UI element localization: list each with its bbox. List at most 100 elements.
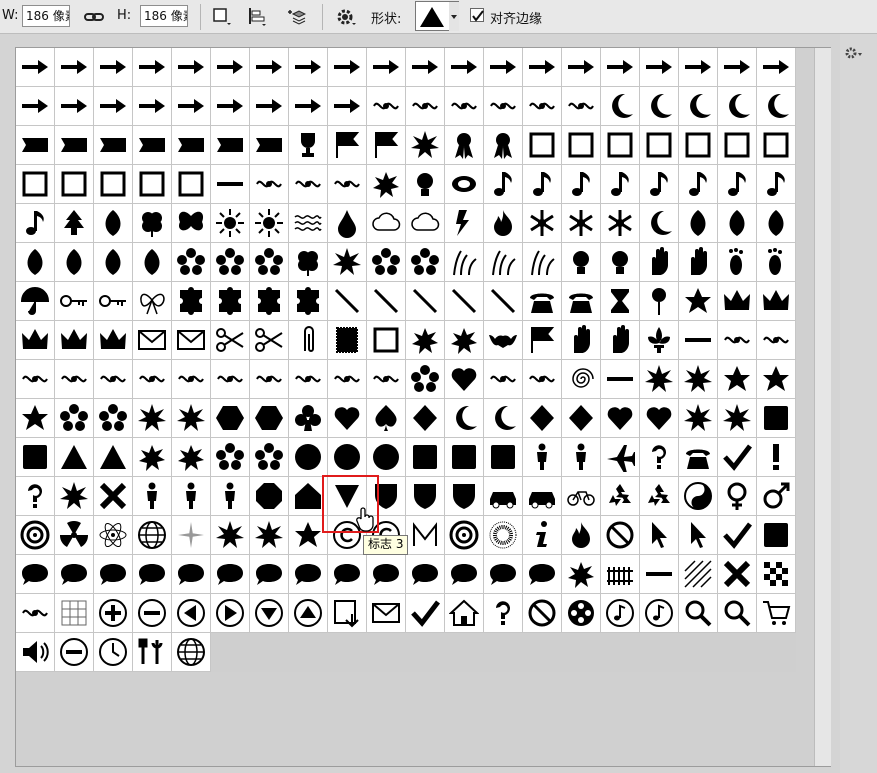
shape-cell[interactable] — [718, 87, 757, 126]
shape-cell[interactable] — [406, 555, 445, 594]
shape-cell[interactable] — [562, 126, 601, 165]
shape-cell[interactable] — [211, 438, 250, 477]
shape-cell[interactable] — [601, 555, 640, 594]
shape-cell[interactable] — [679, 438, 718, 477]
shape-cell[interactable] — [523, 516, 562, 555]
shape-cell[interactable] — [328, 321, 367, 360]
shape-cell[interactable] — [55, 633, 94, 672]
shape-cell[interactable] — [133, 360, 172, 399]
shape-cell[interactable] — [94, 360, 133, 399]
shape-cell[interactable] — [289, 48, 328, 87]
shape-cell[interactable] — [133, 594, 172, 633]
shape-cell[interactable] — [133, 126, 172, 165]
shape-cell[interactable] — [445, 321, 484, 360]
shape-cell[interactable] — [172, 516, 211, 555]
shape-cell[interactable] — [211, 555, 250, 594]
shape-cell[interactable] — [640, 360, 679, 399]
shape-cell[interactable] — [133, 516, 172, 555]
shape-cell[interactable] — [679, 516, 718, 555]
shape-cell[interactable] — [55, 243, 94, 282]
shape-cell[interactable] — [406, 282, 445, 321]
shape-cell[interactable] — [523, 399, 562, 438]
shape-cell[interactable] — [718, 204, 757, 243]
shape-cell[interactable] — [757, 516, 796, 555]
shape-cell[interactable] — [367, 87, 406, 126]
shape-cell[interactable] — [562, 87, 601, 126]
shape-cell[interactable] — [445, 438, 484, 477]
shape-cell[interactable] — [406, 243, 445, 282]
shape-cell[interactable] — [94, 516, 133, 555]
shape-cell[interactable] — [289, 87, 328, 126]
shape-cell[interactable] — [406, 477, 445, 516]
shape-cell[interactable] — [445, 48, 484, 87]
shape-cell[interactable] — [523, 48, 562, 87]
shape-cell[interactable] — [250, 204, 289, 243]
shape-cell[interactable] — [757, 321, 796, 360]
shape-cell[interactable] — [16, 204, 55, 243]
shape-cell[interactable] — [406, 204, 445, 243]
shape-cell[interactable] — [406, 321, 445, 360]
shape-cell[interactable] — [250, 477, 289, 516]
shape-cell[interactable] — [328, 360, 367, 399]
shape-cell[interactable] — [289, 204, 328, 243]
shape-cell[interactable] — [484, 165, 523, 204]
shape-cell[interactable] — [445, 555, 484, 594]
shape-cell[interactable] — [679, 126, 718, 165]
shape-cell[interactable] — [679, 87, 718, 126]
shape-cell[interactable] — [718, 321, 757, 360]
shape-cell[interactable] — [640, 165, 679, 204]
shape-cell[interactable] — [640, 204, 679, 243]
shape-cell[interactable] — [289, 165, 328, 204]
shape-cell[interactable] — [55, 399, 94, 438]
shape-cell[interactable] — [172, 126, 211, 165]
width-field[interactable]: 186 像素 — [22, 5, 70, 27]
shape-cell[interactable] — [16, 477, 55, 516]
shape-cell[interactable] — [757, 594, 796, 633]
shape-cell[interactable] — [250, 126, 289, 165]
shape-cell[interactable] — [94, 165, 133, 204]
shape-cell[interactable] — [94, 204, 133, 243]
shape-cell[interactable] — [757, 204, 796, 243]
shape-cell[interactable] — [445, 594, 484, 633]
shape-cell[interactable] — [601, 360, 640, 399]
shape-cell[interactable] — [55, 321, 94, 360]
shape-cell[interactable] — [16, 399, 55, 438]
shape-cell[interactable] — [523, 165, 562, 204]
shape-cell[interactable] — [601, 48, 640, 87]
shape-cell[interactable] — [133, 48, 172, 87]
shape-cell[interactable] — [679, 555, 718, 594]
shape-cell[interactable] — [94, 243, 133, 282]
shape-cell[interactable] — [55, 126, 94, 165]
shape-cell[interactable] — [16, 48, 55, 87]
path-arrangement-icon[interactable] — [284, 6, 307, 28]
shape-cell[interactable] — [367, 165, 406, 204]
shape-cell[interactable] — [523, 438, 562, 477]
shape-cell[interactable] — [445, 87, 484, 126]
shape-cell[interactable] — [328, 243, 367, 282]
shape-cell[interactable] — [289, 360, 328, 399]
shape-cell[interactable] — [484, 477, 523, 516]
shape-cell[interactable] — [445, 516, 484, 555]
shape-cell[interactable] — [367, 126, 406, 165]
shape-cell[interactable] — [250, 555, 289, 594]
shape-cell[interactable] — [55, 87, 94, 126]
shape-cell[interactable] — [718, 282, 757, 321]
shape-cell[interactable] — [523, 243, 562, 282]
shape-cell[interactable] — [562, 438, 601, 477]
shape-cell[interactable] — [328, 282, 367, 321]
shape-cell[interactable] — [211, 282, 250, 321]
shape-cell[interactable] — [562, 204, 601, 243]
shape-cell[interactable] — [16, 87, 55, 126]
shape-cell[interactable] — [16, 321, 55, 360]
path-alignment-icon[interactable] — [246, 6, 268, 28]
shape-cell[interactable] — [172, 204, 211, 243]
shape-cell[interactable] — [718, 438, 757, 477]
shape-cell[interactable] — [757, 243, 796, 282]
shape-cell[interactable] — [211, 126, 250, 165]
shape-cell[interactable] — [172, 438, 211, 477]
shape-cell[interactable] — [679, 360, 718, 399]
shape-cell[interactable] — [367, 438, 406, 477]
shape-cell[interactable] — [250, 165, 289, 204]
shape-cell[interactable] — [55, 555, 94, 594]
shape-cell[interactable] — [211, 204, 250, 243]
